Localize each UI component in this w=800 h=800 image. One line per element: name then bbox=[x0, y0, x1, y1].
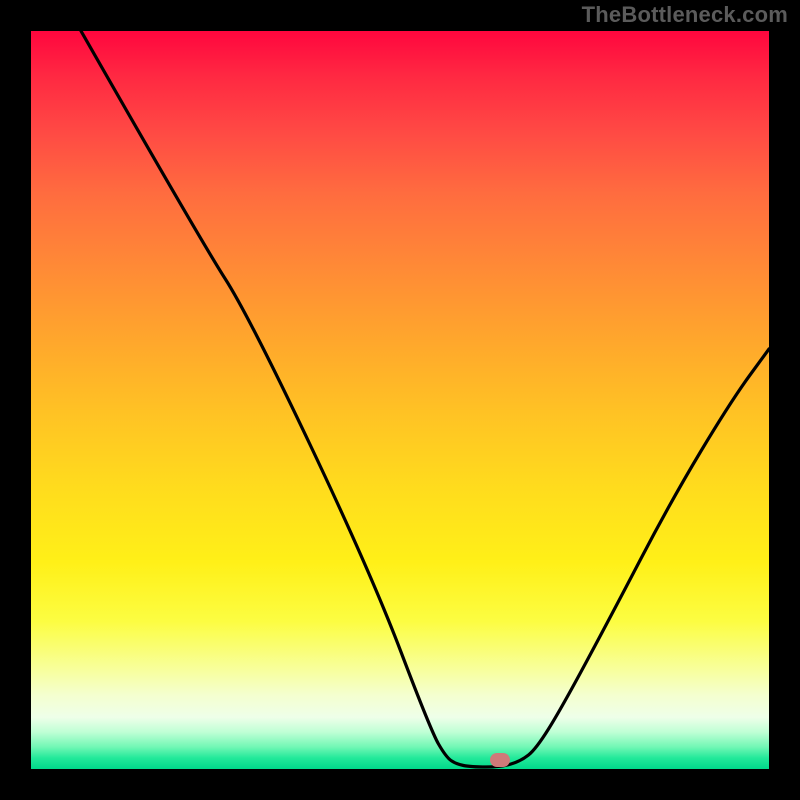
plot-area bbox=[31, 31, 769, 769]
chart-frame: TheBottleneck.com bbox=[0, 0, 800, 800]
bottleneck-curve bbox=[31, 31, 769, 769]
optimal-point-marker bbox=[490, 753, 510, 767]
watermark-text: TheBottleneck.com bbox=[582, 2, 788, 28]
